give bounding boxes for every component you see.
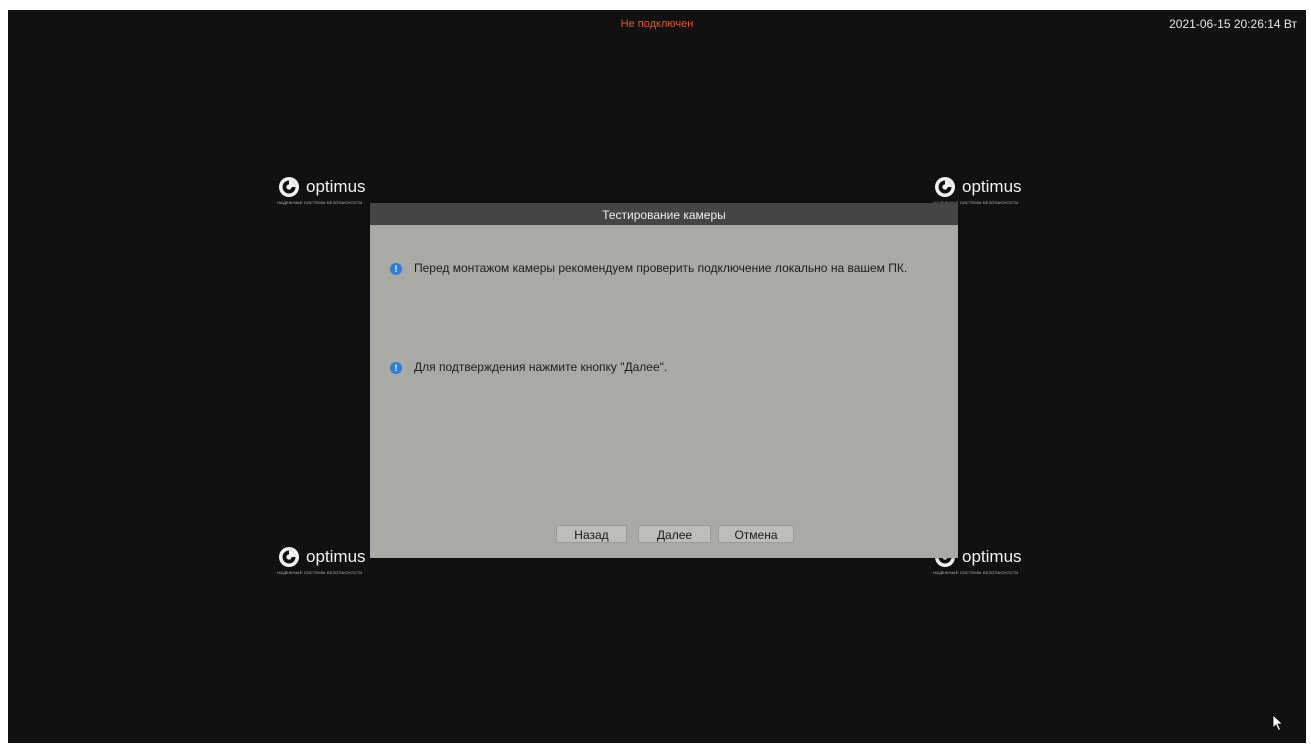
logo-brand: optimus [306,177,366,196]
info-message-local-check: ! Перед монтажом камеры рекомендуем пров… [390,259,910,278]
connection-status: Не подключен [620,18,694,30]
next-button[interactable]: Далее [638,525,711,543]
logo-brand: optimus [306,547,366,566]
optimus-logo-icon [279,177,299,197]
logo-brand: optimus [962,177,1022,196]
message-text: Перед монтажом камеры рекомендуем провер… [414,261,908,275]
info-icon: ! [390,362,402,374]
info-icon: ! [390,263,402,275]
dvr-screen: Не подключен 2021-06-15 20:26:14 Вт opti… [8,10,1306,743]
logo-tagline: НАДЕЖНЫЕ СИСТЕМЫ БЕЗОПАСНОСТИ [277,570,363,575]
logo-brand: optimus [962,547,1022,566]
cancel-button[interactable]: Отмена [718,525,794,543]
logo-tagline: НАДЕЖНЫЕ СИСТЕМЫ БЕЗОПАСНОСТИ [933,570,1019,575]
dialog-button-row: Назад Далее Отмена [370,525,958,543]
camera-test-dialog: Тестирование камеры ! Перед монтажом кам… [370,203,958,558]
back-button[interactable]: Назад [556,525,627,543]
logo-tagline: НАДЕЖНЫЕ СИСТЕМЫ БЕЗОПАСНОСТИ [277,200,363,205]
optimus-logo-icon [935,177,955,197]
optimus-logo-icon [279,547,299,567]
info-message-confirm: ! Для подтверждения нажмите кнопку "Дале… [390,358,910,377]
message-text: Для подтверждения нажмите кнопку "Далее"… [414,360,668,374]
datetime-display: 2021-06-15 20:26:14 Вт [1169,17,1297,31]
dialog-title: Тестирование камеры [370,203,958,225]
mouse-cursor-icon [1272,714,1284,732]
